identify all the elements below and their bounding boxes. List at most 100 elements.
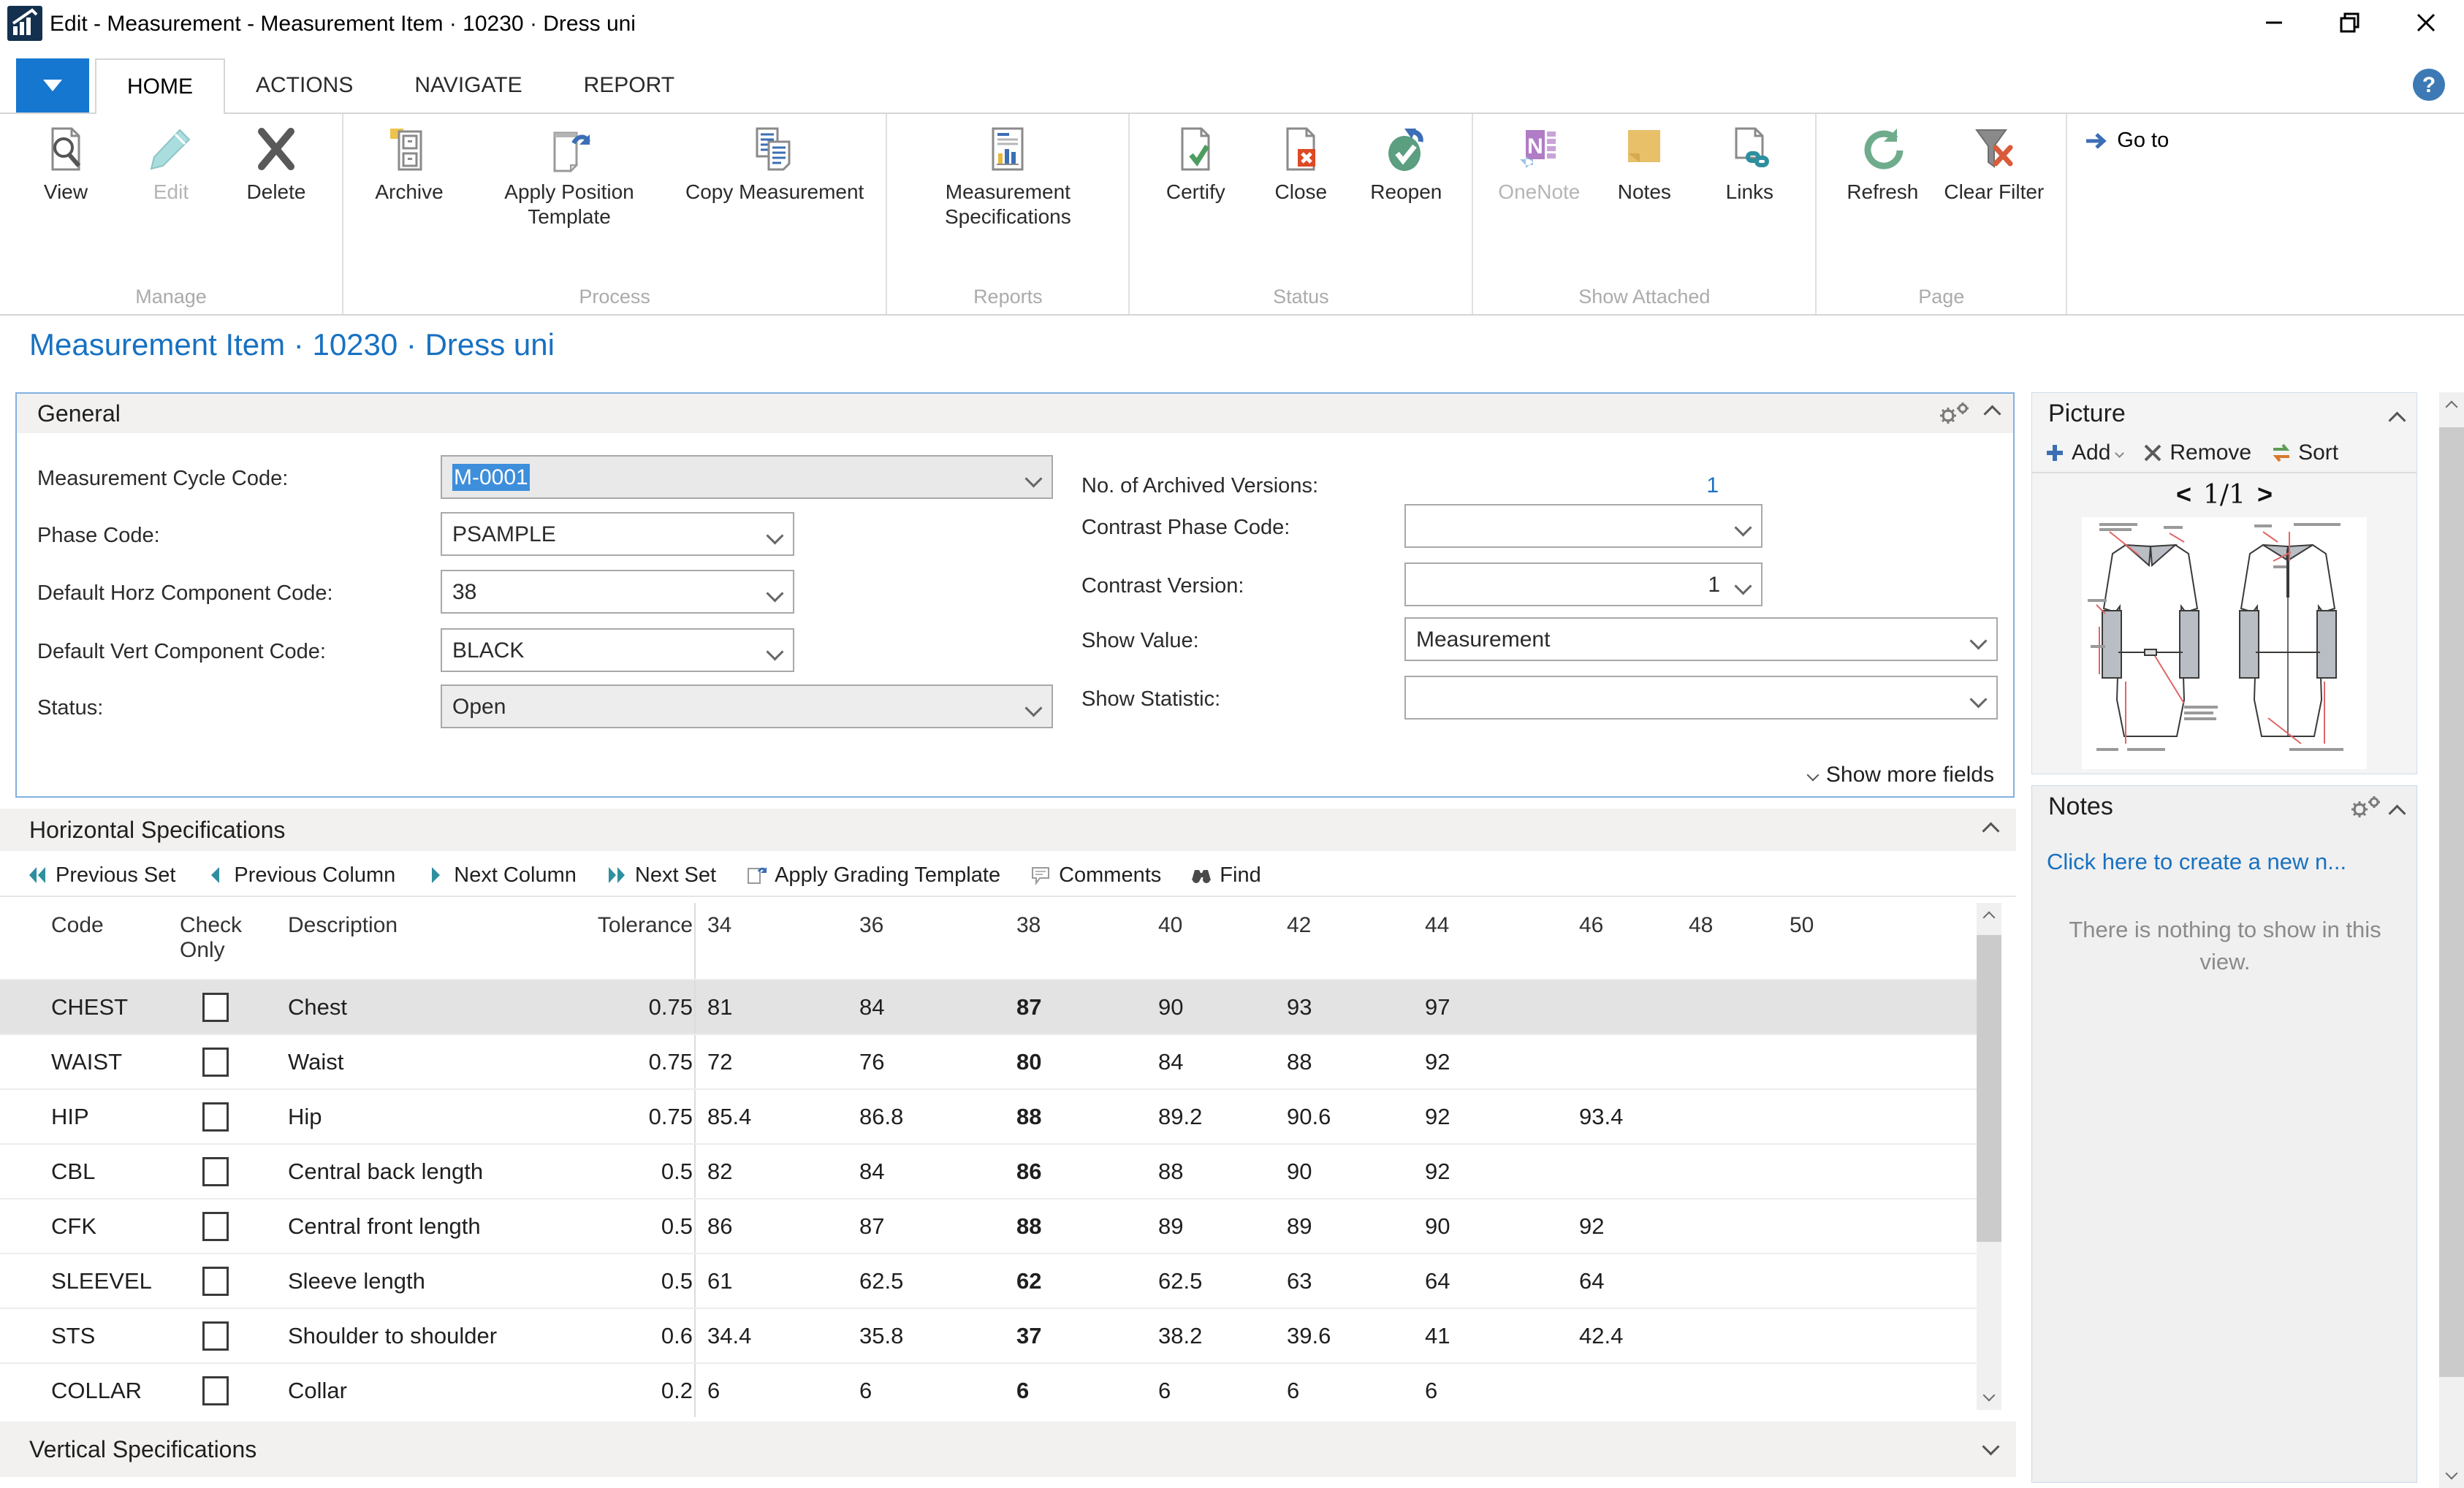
row-size-46[interactable]: 93.4	[1567, 1090, 1677, 1143]
page-scroll-down-icon[interactable]	[2446, 1468, 2458, 1480]
row-size-48[interactable]	[1677, 1199, 1778, 1253]
previous-picture-button[interactable]: <	[2176, 479, 2191, 510]
certify-button[interactable]: Certify	[1152, 126, 1239, 205]
column-header-42[interactable]: 42	[1275, 903, 1413, 979]
row-size-42[interactable]: 88	[1275, 1035, 1413, 1088]
row-size-40[interactable]: 84	[1147, 1035, 1275, 1088]
collapse-picture-icon[interactable]	[2388, 411, 2406, 429]
row-size-40[interactable]: 38.2	[1147, 1309, 1275, 1362]
dropdown-icon[interactable]	[766, 643, 783, 660]
row-size-48[interactable]	[1677, 1364, 1778, 1417]
previous-column-button[interactable]: Previous Column	[205, 863, 395, 888]
show-more-fields-link[interactable]: Show more fields	[1809, 763, 1994, 787]
table-row-sts[interactable]: STSShoulder to shoulder0.634.435.83738.2…	[0, 1308, 1977, 1362]
row-size-34[interactable]: 85.4	[694, 1090, 848, 1143]
links-button[interactable]: Links	[1706, 126, 1793, 205]
row-size-36[interactable]: 76	[848, 1035, 1005, 1088]
reopen-button[interactable]: Reopen	[1362, 126, 1450, 205]
row-size-34[interactable]: 72	[694, 1035, 848, 1088]
table-row-chest[interactable]: CHESTChest0.75818487909397	[0, 979, 1977, 1034]
row-size-46[interactable]	[1567, 1145, 1677, 1198]
tab-home[interactable]: HOME	[95, 58, 225, 114]
field-phase-code[interactable]: PSAMPLE	[441, 512, 794, 556]
page-scrollbar-thumb[interactable]	[2439, 427, 2464, 1377]
row-size-42[interactable]: 89	[1275, 1199, 1413, 1253]
row-size-36[interactable]: 62.5	[848, 1254, 1005, 1308]
row-size-40[interactable]: 62.5	[1147, 1254, 1275, 1308]
view-button[interactable]: View	[22, 126, 110, 205]
column-header-50[interactable]: 50	[1778, 903, 1877, 979]
minimize-button[interactable]	[2236, 0, 2312, 45]
field-default-vert-component-code[interactable]: BLACK	[441, 628, 794, 672]
row-size-44[interactable]: 41	[1413, 1309, 1567, 1362]
page-scroll-up-icon[interactable]	[2446, 401, 2458, 413]
row-size-46[interactable]: 64	[1567, 1254, 1677, 1308]
row-size-46[interactable]: 92	[1567, 1199, 1677, 1253]
field-default-horz-component-code[interactable]: 38	[441, 570, 794, 614]
clear-filter-button[interactable]: Clear Filter	[1944, 126, 2044, 205]
field-contrast-version[interactable]: 1	[1404, 562, 1763, 606]
column-header-description[interactable]: Description	[263, 903, 614, 979]
check-only-checkbox[interactable]	[202, 1321, 229, 1351]
row-size-46[interactable]	[1567, 1364, 1677, 1417]
dropdown-icon[interactable]	[1024, 470, 1042, 487]
row-size-36[interactable]: 6	[848, 1364, 1005, 1417]
table-row-collar[interactable]: COLLARCollar0.2666666	[0, 1362, 1977, 1417]
picture-add-button[interactable]: Add	[2044, 440, 2123, 465]
restore-button[interactable]	[2312, 0, 2388, 45]
notes-button[interactable]: Notes	[1600, 126, 1688, 205]
check-only-checkbox[interactable]	[202, 1212, 229, 1241]
row-size-50[interactable]	[1778, 980, 1877, 1034]
next-picture-button[interactable]: >	[2257, 479, 2273, 510]
row-size-46[interactable]	[1567, 980, 1677, 1034]
row-size-34[interactable]: 34.4	[694, 1309, 848, 1362]
row-size-46[interactable]: 42.4	[1567, 1309, 1677, 1362]
general-header[interactable]: General	[17, 394, 2013, 433]
row-size-44[interactable]: 97	[1413, 980, 1567, 1034]
row-size-48[interactable]	[1677, 1309, 1778, 1362]
row-size-50[interactable]	[1778, 1035, 1877, 1088]
row-size-42[interactable]: 6	[1275, 1364, 1413, 1417]
dropdown-icon[interactable]	[1024, 699, 1042, 717]
column-header-34[interactable]: 34	[694, 903, 848, 979]
field-no-of-archived-versions[interactable]: 1	[1404, 462, 1719, 509]
scroll-up-icon[interactable]	[1983, 912, 1996, 924]
table-row-sleevel[interactable]: SLEEVELSleeve length0.56162.56262.563646…	[0, 1253, 1977, 1308]
check-only-checkbox[interactable]	[202, 1048, 229, 1077]
row-size-50[interactable]	[1778, 1145, 1877, 1198]
apply-position-template-button[interactable]: Apply Position Template	[471, 126, 668, 229]
help-icon[interactable]: ?	[2411, 67, 2446, 102]
row-size-40[interactable]: 89	[1147, 1199, 1275, 1253]
measurement-specifications-button[interactable]: Measurement Specifications	[909, 126, 1106, 229]
dropdown-icon[interactable]	[1969, 632, 1987, 649]
column-header-44[interactable]: 44	[1413, 903, 1567, 979]
row-size-42[interactable]: 63	[1275, 1254, 1413, 1308]
row-size-38[interactable]: 88	[1005, 1199, 1147, 1253]
notes-gear-icon[interactable]	[2346, 795, 2384, 820]
row-size-44[interactable]: 92	[1413, 1035, 1567, 1088]
table-scrollbar-thumb[interactable]	[1977, 935, 2001, 1242]
copy-measurement-button[interactable]: Copy Measurement	[685, 126, 864, 229]
application-menu-button[interactable]	[16, 58, 89, 112]
row-size-40[interactable]: 6	[1147, 1364, 1275, 1417]
tab-navigate[interactable]: NAVIGATE	[384, 58, 552, 112]
dropdown-icon[interactable]	[766, 584, 783, 602]
row-size-48[interactable]	[1677, 1035, 1778, 1088]
row-size-40[interactable]: 89.2	[1147, 1090, 1275, 1143]
delete-button[interactable]: Delete	[232, 126, 320, 205]
row-size-34[interactable]: 86	[694, 1199, 848, 1253]
refresh-button[interactable]: Refresh	[1839, 126, 1926, 205]
vertical-specifications-header[interactable]: Vertical Specifications	[0, 1422, 2016, 1477]
row-size-48[interactable]	[1677, 980, 1778, 1034]
table-row-cbl[interactable]: CBLCentral back length0.5828486889092	[0, 1143, 1977, 1198]
field-show-statistic[interactable]	[1404, 676, 1998, 720]
column-header-36[interactable]: 36	[848, 903, 1005, 979]
row-size-50[interactable]	[1778, 1364, 1877, 1417]
dropdown-icon[interactable]	[1734, 577, 1752, 595]
row-size-42[interactable]: 93	[1275, 980, 1413, 1034]
check-only-checkbox[interactable]	[202, 993, 229, 1022]
apply-grading-template-button[interactable]: Apply Grading Template	[745, 863, 1000, 888]
comments-button[interactable]: Comments	[1030, 863, 1161, 888]
row-size-34[interactable]: 61	[694, 1254, 848, 1308]
create-note-link[interactable]: Click here to create a new n...	[2047, 849, 2405, 875]
